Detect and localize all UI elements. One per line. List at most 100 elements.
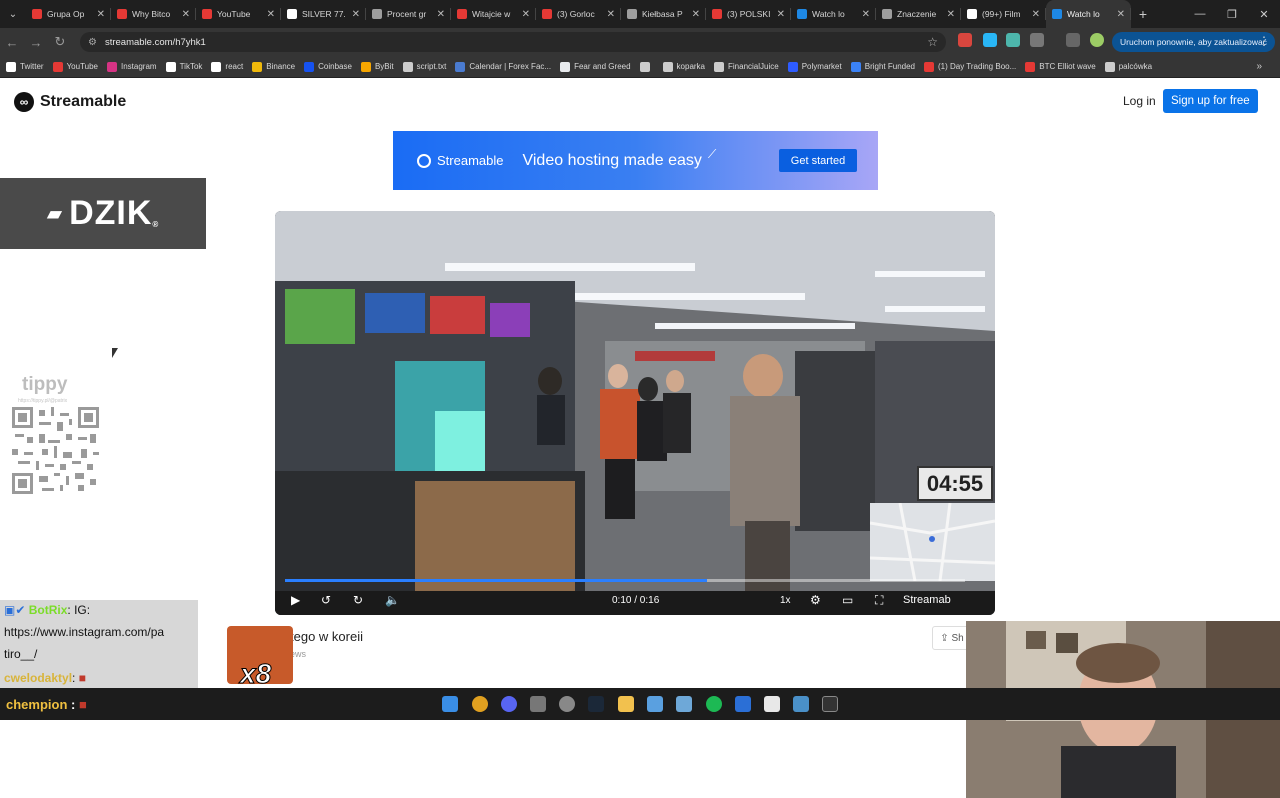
chrome-icon[interactable] [472, 696, 488, 712]
tab-search-icon[interactable]: ⌄ [0, 0, 26, 28]
pip-icon[interactable]: ▭ [842, 593, 853, 607]
forward-icon[interactable]: → [24, 35, 48, 50]
tab-close-icon[interactable]: ✕ [182, 9, 190, 20]
app-icon[interactable] [735, 696, 751, 712]
bookmark-label: react [225, 62, 244, 71]
minimize-icon[interactable]: — [1184, 0, 1216, 28]
tab-close-icon[interactable]: ✕ [947, 9, 955, 20]
extension-icon[interactable] [1006, 33, 1020, 47]
settings-gear-icon[interactable]: ⚙ [810, 593, 821, 607]
bookmark-star-icon[interactable]: ☆ [927, 35, 938, 49]
bookmark-item[interactable]: ByBit [360, 61, 394, 72]
app-icon[interactable] [559, 696, 575, 712]
browser-tab[interactable]: Witajcie w ✕ [451, 0, 536, 28]
browser-tab[interactable]: Kiełbasa P ✕ [621, 0, 706, 28]
playback-speed-button[interactable]: 1x [780, 595, 791, 606]
tab-close-icon[interactable]: ✕ [1032, 9, 1040, 20]
tab-close-icon[interactable]: ✕ [522, 9, 530, 20]
spotify-icon[interactable] [706, 696, 722, 712]
login-link[interactable]: Log in [1123, 94, 1156, 108]
bookmark-item[interactable]: Instagram [107, 61, 157, 72]
get-started-button[interactable]: Get started [779, 149, 857, 172]
browser-menu-icon[interactable]: ⋮ [1258, 34, 1270, 48]
bookmark-item[interactable]: Coinbase [304, 61, 352, 72]
restore-icon[interactable]: ❐ [1216, 0, 1248, 28]
bookmark-item[interactable]: BTC Elliot wave [1025, 61, 1096, 72]
browser-tab[interactable]: (99+) Film ✕ [961, 0, 1046, 28]
tab-title: Grupa Op [47, 9, 85, 19]
extension-icon[interactable] [983, 33, 997, 47]
browser-tab[interactable]: Watch lo ✕ [1046, 0, 1131, 28]
new-tab-button[interactable]: + [1131, 6, 1155, 22]
app-icon[interactable] [530, 696, 546, 712]
bookmark-item[interactable]: YouTube [52, 61, 98, 72]
bookmark-item[interactable]: Fear and Greed [560, 61, 631, 72]
play-icon[interactable]: ▶ [291, 593, 300, 607]
bookmark-item[interactable]: react [211, 61, 244, 72]
bookmark-item[interactable]: TikTok [165, 61, 202, 72]
rewind-icon[interactable]: ↺ [321, 593, 331, 607]
video-player[interactable]: 04:55 ▶ ↺ ↻ 🔈 0:10 / 0:16 1x ⚙ ▭ ⛶ Strea… [275, 211, 995, 615]
tab-close-icon[interactable]: ✕ [862, 9, 870, 20]
profile-avatar[interactable] [1090, 33, 1104, 47]
start-icon[interactable] [442, 696, 458, 712]
tab-close-icon[interactable]: ✕ [97, 9, 105, 20]
bookmark-item[interactable]: Binance [252, 61, 295, 72]
emote-icon: ■ [78, 671, 86, 685]
progress-bar[interactable] [285, 579, 965, 582]
tab-close-icon[interactable]: ✕ [777, 9, 785, 20]
tab-close-icon[interactable]: ✕ [267, 9, 275, 20]
relaunch-update-button[interactable]: Uruchom ponownie, aby zaktualizować [1112, 32, 1275, 52]
terminal-icon[interactable] [822, 696, 838, 712]
volume-icon[interactable]: 🔈 [385, 593, 400, 607]
tab-favicon-icon [372, 9, 382, 19]
bookmark-item[interactable]: (1) Day Trading Boo... [924, 61, 1016, 72]
app-icon[interactable] [647, 696, 663, 712]
app-icon[interactable] [676, 696, 692, 712]
tab-close-icon[interactable]: ✕ [352, 9, 360, 20]
browser-tab[interactable]: Grupa Op ✕ [26, 0, 111, 28]
reload-icon[interactable]: ↻ [48, 34, 72, 50]
discord-icon[interactable] [501, 696, 517, 712]
browser-tab[interactable]: Procent gr ✕ [366, 0, 451, 28]
site-info-icon[interactable]: ⚙ [88, 37, 97, 48]
streamable-logo[interactable]: ∞ Streamable [14, 92, 126, 112]
bookmark-item[interactable]: Polymarket [787, 61, 842, 72]
more-bookmarks-icon[interactable]: » [1256, 61, 1262, 72]
file-explorer-icon[interactable] [618, 696, 634, 712]
tab-close-icon[interactable]: ✕ [1117, 9, 1125, 20]
bookmark-item[interactable]: FinancialJuice [714, 61, 779, 72]
ad-banner[interactable]: Streamable Video hosting made easy ⟋ Get… [393, 131, 878, 190]
browser-tab[interactable]: (3) POLSKI ✕ [706, 0, 791, 28]
browser-tab[interactable]: Why Bitco ✕ [111, 0, 196, 28]
bookmark-item[interactable]: Calendar | Forex Fac... [455, 61, 551, 72]
bookmark-item[interactable] [639, 61, 654, 72]
tab-close-icon[interactable]: ✕ [692, 9, 700, 20]
close-window-icon[interactable]: ✕ [1248, 0, 1280, 28]
bookmark-item[interactable]: koparka [662, 61, 705, 72]
reading-list-icon[interactable] [1066, 33, 1080, 47]
app-icon[interactable] [793, 696, 809, 712]
browser-tab[interactable]: YouTube ✕ [196, 0, 281, 28]
browser-tab[interactable]: SILVER 77. ✕ [281, 0, 366, 28]
bookmark-item[interactable]: Twitter [6, 61, 44, 72]
bookmark-item[interactable]: script.txt [402, 61, 446, 72]
url-bar[interactable]: ⚙ streamable.com/h7yhk1 ☆ [80, 32, 946, 52]
browser-tab[interactable]: Znaczenie ✕ [876, 0, 961, 28]
signup-button[interactable]: Sign up for free [1163, 89, 1258, 113]
steam-icon[interactable] [588, 696, 604, 712]
extensions-puzzle-icon[interactable] [1030, 33, 1044, 47]
tab-close-icon[interactable]: ✕ [607, 9, 615, 20]
forward-icon[interactable]: ↻ [353, 593, 363, 607]
fullscreen-icon[interactable]: ⛶ [875, 593, 883, 608]
bookmark-item[interactable]: palcówka [1104, 61, 1152, 72]
notepad-icon[interactable] [764, 696, 780, 712]
back-icon[interactable]: ← [0, 35, 24, 50]
dzik-sponsor-logo: ▰ DZIK ® [0, 178, 206, 249]
bookmark-item[interactable]: Bright Funded [850, 61, 915, 72]
browser-tab[interactable]: (3) Gorloc ✕ [536, 0, 621, 28]
streamable-watermark[interactable]: Streamab [903, 594, 951, 606]
extension-icon[interactable] [958, 33, 972, 47]
tab-close-icon[interactable]: ✕ [437, 9, 445, 20]
browser-tab[interactable]: Watch lo ✕ [791, 0, 876, 28]
